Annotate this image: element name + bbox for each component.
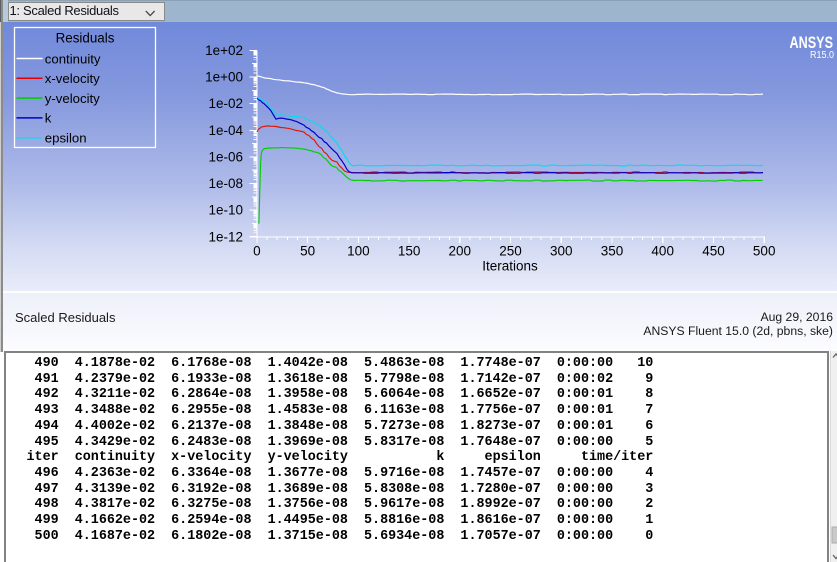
svg-text:1e-10: 1e-10 [208, 203, 243, 218]
svg-text:1e+02: 1e+02 [205, 43, 243, 58]
svg-text:350: 350 [601, 244, 624, 259]
svg-text:300: 300 [550, 244, 573, 259]
svg-text:R15.0: R15.0 [810, 50, 834, 61]
svg-text:500: 500 [753, 244, 776, 259]
svg-text:k: k [45, 111, 52, 126]
svg-text:epsilon: epsilon [45, 131, 87, 146]
svg-text:1e-06: 1e-06 [208, 150, 243, 165]
svg-text:y-velocity: y-velocity [45, 91, 100, 106]
svg-text:Residuals: Residuals [56, 30, 115, 45]
svg-text:1e-04: 1e-04 [208, 123, 243, 138]
svg-text:50: 50 [300, 244, 315, 259]
svg-text:100: 100 [347, 244, 370, 259]
svg-text:150: 150 [398, 244, 421, 259]
svg-text:continuity: continuity [45, 51, 101, 66]
svg-text:Iterations: Iterations [482, 259, 538, 274]
svg-text:1e-08: 1e-08 [208, 176, 243, 191]
svg-text:400: 400 [651, 244, 674, 259]
svg-text:0: 0 [253, 244, 261, 259]
svg-text:1e-02: 1e-02 [208, 96, 243, 111]
svg-text:x-velocity: x-velocity [45, 71, 100, 86]
svg-text:450: 450 [702, 244, 725, 259]
svg-text:250: 250 [499, 244, 522, 259]
svg-text:1e-12: 1e-12 [208, 229, 243, 244]
svg-text:200: 200 [449, 244, 472, 259]
svg-text:1e+00: 1e+00 [205, 70, 243, 85]
